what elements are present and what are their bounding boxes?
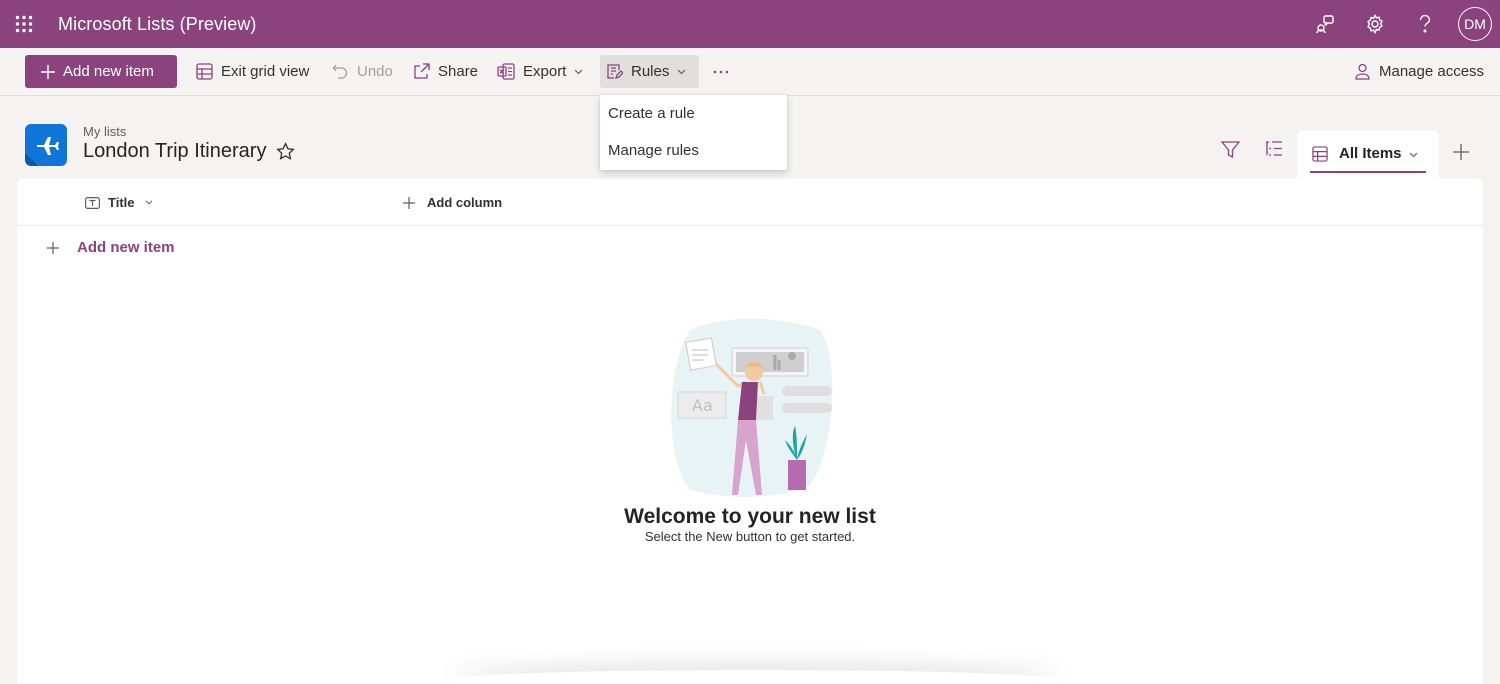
- view-name: All Items: [1339, 145, 1402, 162]
- add-new-item-button[interactable]: Add new item: [25, 55, 177, 88]
- app-launcher-icon[interactable]: [0, 0, 48, 48]
- filter-icon[interactable]: [1220, 140, 1241, 164]
- view-tab-underline: [1310, 171, 1426, 173]
- view-tab-all-items[interactable]: All Items: [1297, 131, 1439, 179]
- grid-icon: [1312, 146, 1328, 162]
- chevron-down-icon: [574, 69, 583, 74]
- chevron-down-icon: [677, 69, 686, 74]
- empty-list-illustration: Aa: [650, 310, 850, 515]
- list-title: London Trip Itinerary: [83, 140, 267, 162]
- menu-item-manage-rules[interactable]: Manage rules: [608, 142, 699, 159]
- plus-icon: [41, 64, 55, 79]
- list-airplane-icon: [25, 124, 67, 166]
- column-header-row: Title Add column: [17, 179, 1483, 226]
- export-label: Export: [523, 63, 567, 80]
- add-new-item-row[interactable]: Add new item: [47, 239, 175, 256]
- undo-icon: [332, 64, 348, 79]
- undo-label: Undo: [357, 63, 393, 80]
- excel-icon: [497, 63, 515, 80]
- share-label: Share: [438, 63, 479, 80]
- text-field-icon: [85, 196, 100, 209]
- manage-access-button[interactable]: Manage access: [1348, 55, 1490, 88]
- column-header-title[interactable]: Title: [85, 195, 153, 210]
- feedback-icon[interactable]: [1300, 0, 1350, 48]
- add-new-item-link[interactable]: Add new item: [77, 239, 175, 256]
- plus-icon: [47, 241, 59, 254]
- share-icon: [414, 63, 430, 79]
- rules-icon: [607, 64, 623, 80]
- user-avatar[interactable]: DM: [1458, 7, 1492, 41]
- breadcrumb[interactable]: My lists: [83, 124, 126, 139]
- empty-state-title: Welcome to your new list: [624, 505, 876, 528]
- rules-button[interactable]: Rules: [600, 55, 699, 88]
- favorite-star-icon[interactable]: [276, 142, 295, 166]
- suite-bar: Microsoft Lists (Preview) DM: [0, 0, 1500, 48]
- exit-grid-view-button[interactable]: Exit grid view: [190, 55, 315, 88]
- add-column-label: Add column: [427, 195, 503, 210]
- empty-state-subtitle: Select the New button to get started.: [644, 529, 856, 544]
- group-list-icon[interactable]: [1265, 140, 1283, 162]
- add-column-button[interactable]: Add column: [403, 195, 502, 210]
- rules-dropdown-menu: Create a rule Manage rules: [600, 95, 787, 170]
- app-title[interactable]: Microsoft Lists (Preview): [58, 14, 257, 35]
- share-button[interactable]: Share: [407, 55, 484, 88]
- menu-item-create-rule[interactable]: Create a rule: [608, 105, 695, 122]
- undo-button[interactable]: Undo: [326, 55, 399, 88]
- manage-access-label: Manage access: [1379, 63, 1485, 80]
- more-options-icon[interactable]: [706, 55, 744, 88]
- plus-icon: [403, 196, 415, 209]
- help-icon[interactable]: [1400, 0, 1450, 48]
- export-button[interactable]: Export: [491, 55, 589, 88]
- add-view-plus-icon[interactable]: [1453, 144, 1469, 165]
- rules-label: Rules: [631, 63, 670, 80]
- chevron-down-icon: [145, 200, 152, 205]
- command-bar: Add new item Exit grid view Undo Share E…: [0, 48, 1500, 96]
- chevron-down-icon: [1409, 152, 1418, 158]
- add-new-item-label: Add new item: [63, 63, 154, 80]
- bottom-shadow: [450, 670, 1060, 684]
- grid-icon: [196, 63, 213, 80]
- person-icon: [1355, 63, 1370, 80]
- exit-grid-view-label: Exit grid view: [221, 63, 310, 80]
- illustration-aa-text: Aa: [692, 396, 713, 415]
- settings-gear-icon[interactable]: [1350, 0, 1400, 48]
- column-title-label: Title: [108, 195, 135, 210]
